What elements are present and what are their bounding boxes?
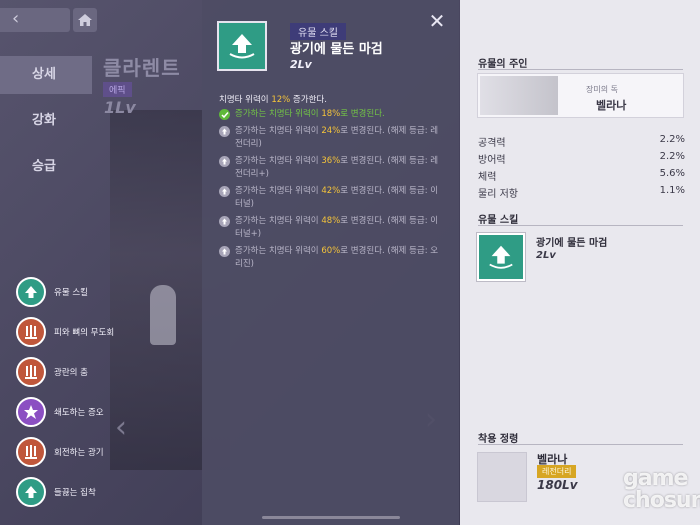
upgrade-arrow-icon [16,477,46,507]
skill-item-spinning-madness[interactable]: 회전하는 광기 [16,432,206,472]
skill-list: 유물 스킬 피와 뼈의 무도회 광란의 춤 쇄도하는 증오 회전하는 광기 들끓… [16,272,206,512]
lock-arrow-icon [219,246,230,257]
upgrade-row: 증가하는 치명타 위력이 36%로 변경된다. (해제 등급: 레전더리+) [219,155,454,181]
divider [478,444,683,445]
owner-portrait [480,76,558,115]
side-menu-enhance[interactable]: 강화 [0,102,92,140]
relic-skill-name: 광기에 물든 마검 [536,238,608,249]
skill-label: 회전하는 광기 [54,448,104,458]
side-menu: 상세 강화 승급 [0,56,92,194]
home-icon [78,14,92,26]
upgrade-row: 증가하는 치명타 위력이 60%로 변경된다. (해제 등급: 오리진) [219,245,454,271]
skill-item-seething-obsession[interactable]: 들끓는 집착 [16,472,206,512]
skill-label: 유물 스킬 [54,288,88,298]
back-button[interactable]: ‹ [0,8,70,32]
skill-label: 쇄도하는 증오 [54,408,104,418]
upgrade-arrow-icon [16,277,46,307]
skill-description: 치명타 위력이 12% 증가한다. [219,95,327,105]
skill-item-blood-bone[interactable]: 피와 뼈의 무도회 [16,312,206,352]
skill-label: 피와 뼈의 무도회 [54,328,115,338]
lock-arrow-icon [219,126,230,137]
side-menu-detail[interactable]: 상세 [0,56,92,94]
stat-row: 공격력 2.2% [478,134,685,149]
check-icon [219,109,230,120]
lock-arrow-icon [219,216,230,227]
owner-card[interactable]: 장미의 독 벨라나 [477,73,684,118]
stat-row: 물리 저항 1.1% [478,185,685,200]
relic-info-panel: 유물의 주인 장미의 독 벨라나 공격력 2.2% 방어력 2.2% 체력 5.6% … [460,0,700,525]
owner-subtitle: 장미의 독 [586,85,618,94]
owner-name: 벨라나 [596,99,627,112]
skill-item-rushing-hatred[interactable]: 쇄도하는 증오 [16,392,206,432]
skill-level: 2Lv [290,58,312,71]
scrollbar[interactable] [262,516,400,519]
owner-section-title: 유물의 주인 [478,59,528,70]
skill-item-frenzy-dance[interactable]: 광란의 춤 [16,352,206,392]
equipped-spirit-level: 180Lv [537,478,578,492]
relic-skill-card[interactable] [476,232,526,282]
equipped-spirit-portrait[interactable] [477,452,527,502]
relic-skill-level: 2Lv [536,250,556,261]
upgrade-list: 증가하는 치명타 위력이 18%로 변경된다. 증가하는 치명타 위력이 24%… [219,108,454,275]
character-name: 클라렌트 [103,56,181,80]
burst-icon [16,397,46,427]
upgrade-row: 증가하는 치명타 위력이 18%로 변경된다. [219,108,454,121]
upgrade-row: 증가하는 치명타 위력이 24%로 변경된다. (해제 등급: 레전더리) [219,125,454,151]
swords-icon [16,437,46,467]
upgrade-row: 증가하는 치명타 위력이 48%로 변경된다. (해제 등급: 이터널+) [219,215,454,241]
stat-list: 공격력 2.2% 방어력 2.2% 체력 5.6% 물리 저항 1.1% [478,134,685,202]
chevron-left-icon[interactable]: ‹ [115,410,127,445]
relic-skill-section-title: 유물 스킬 [478,215,519,226]
skill-title: 광기에 물든 마검 [290,42,383,57]
divider [478,225,683,226]
lock-arrow-icon [219,186,230,197]
upgrade-arrow-icon [489,245,513,269]
side-menu-promote[interactable]: 승급 [0,148,92,186]
equip-section-title: 착용 정령 [478,434,519,445]
relic-skill-icon [217,21,267,71]
skill-item-relic[interactable]: 유물 스킬 [16,272,206,312]
skill-detail-popup: ✕ 유물 스킬 광기에 물든 마검 2Lv 치명타 위력이 12% 증가한다. … [202,0,459,525]
close-icon: ✕ [428,9,446,33]
watermark-logo: game chosun [623,466,700,513]
stat-row: 체력 5.6% [478,168,685,183]
swords-icon [16,317,46,347]
divider [478,69,683,70]
upgrade-row: 증가하는 치명타 위력이 42%로 변경된다. (해제 등급: 이터널) [219,185,454,211]
character-rarity-badge: 에픽 [103,82,132,97]
chevron-left-icon: ‹ [12,8,20,29]
equipped-spirit-rank: 레전더리 [537,465,577,478]
skill-label: 광란의 춤 [54,368,88,378]
close-button[interactable]: ✕ [427,9,447,33]
stat-row: 방어력 2.2% [478,151,685,166]
character-level: 1Lv [104,98,136,117]
skill-label: 들끓는 집착 [54,488,96,498]
swords-icon [16,357,46,387]
home-button[interactable] [73,8,97,32]
lock-arrow-icon [219,156,230,167]
